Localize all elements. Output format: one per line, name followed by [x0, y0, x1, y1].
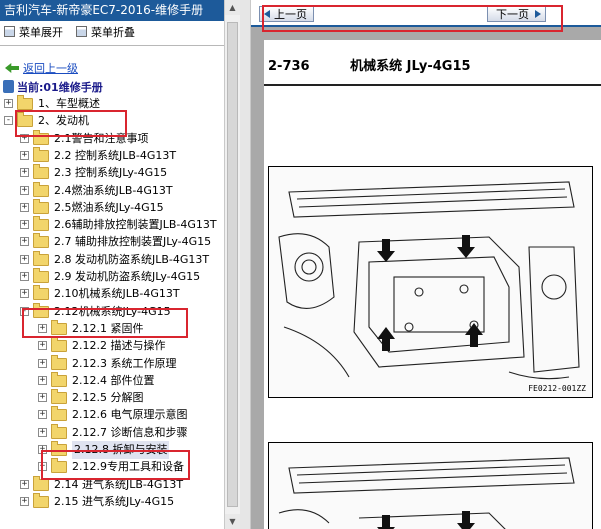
page-number: 2-736	[268, 59, 310, 74]
highlight-page-nav	[262, 5, 563, 32]
menu-toolbar: 菜单展开 菜单折叠	[0, 21, 224, 46]
folder-icon	[51, 337, 67, 353]
expand-icon[interactable]: +	[20, 237, 29, 247]
book-icon	[3, 80, 14, 93]
expand-icon[interactable]: +	[20, 150, 29, 160]
expand-all-icon	[4, 26, 15, 37]
figure-code: FE0212-001ZZ	[528, 384, 586, 393]
tree-node-label: 2.12.6 电气原理示意图	[72, 408, 188, 422]
expand-icon[interactable]: +	[38, 341, 47, 351]
folder-icon	[33, 492, 49, 508]
highlight-engine	[15, 110, 127, 137]
folder-icon	[33, 146, 49, 162]
engine-diagram	[278, 181, 580, 380]
menu-expand-button[interactable]: 菜单展开	[4, 25, 63, 41]
menu-expand-label: 菜单展开	[19, 26, 63, 39]
manual-page: 2-736 机械系统 JLy-4G15 FE0212-001ZZ	[264, 40, 601, 529]
folder-icon	[33, 250, 49, 266]
expand-icon[interactable]: +	[20, 202, 29, 212]
expand-icon[interactable]: +	[38, 358, 47, 368]
folder-icon	[33, 475, 49, 491]
folder-icon	[51, 423, 67, 439]
expand-icon[interactable]: +	[20, 289, 29, 299]
tree-node-label: 2.4燃油系统JLB-4G13T	[54, 183, 173, 197]
expand-icon[interactable]: +	[38, 393, 47, 403]
menu-collapse-label: 菜单折叠	[91, 26, 135, 39]
tree-node-label: 2.5燃油系统JLy-4G15	[54, 200, 164, 214]
expand-icon[interactable]: +	[20, 168, 29, 178]
expand-icon[interactable]: +	[4, 99, 13, 108]
expand-icon[interactable]: +	[20, 479, 29, 489]
collapse-icon[interactable]: -	[4, 116, 13, 126]
folder-icon	[51, 389, 67, 405]
tree-node-label: 2.2 控制系统JLB-4G13T	[54, 148, 177, 162]
expand-icon[interactable]: +	[20, 185, 29, 195]
folder-icon	[51, 406, 67, 422]
document-viewer: 上一页 下一页 2-736 机械系统 JLy-4G15 FE0212-001ZZ	[251, 0, 601, 529]
tree-node-label: 2.10机械系统JLB-4G13T	[54, 287, 180, 301]
back-arrow-icon	[5, 63, 19, 73]
tree-scrollbar[interactable]: ▲ ▼	[225, 0, 240, 529]
page-heading: 机械系统 JLy-4G15	[350, 59, 471, 74]
tree-node-label: 2.8 发动机防盗系统JLB-4G13T	[54, 252, 210, 266]
expand-icon[interactable]: +	[38, 410, 47, 420]
expand-icon[interactable]: +	[38, 375, 47, 385]
back-link-label: 返回上一级	[23, 62, 78, 75]
highlight-mechanical-system	[22, 308, 188, 338]
engine-cover-figure: FE0212-001ZZ	[268, 166, 593, 398]
menu-collapse-button[interactable]: 菜单折叠	[76, 25, 135, 41]
folder-icon	[33, 233, 49, 249]
scrollbar-thumb[interactable]	[227, 22, 238, 507]
highlight-removal-installation	[41, 450, 190, 480]
left-navigation-pane: 吉利汽车-新帝豪EC7-2016-维修手册 菜单展开 菜单折叠 返回上一级 当前…	[0, 0, 224, 529]
tree-node-label: 2.15 进气系统JLy-4G15	[54, 494, 175, 508]
scroll-down-icon[interactable]: ▼	[225, 514, 240, 529]
engine-figure-2	[268, 442, 593, 529]
folder-icon	[33, 198, 49, 214]
collapse-all-icon	[76, 26, 87, 37]
tree-node-label: 2.12.5 分解图	[72, 391, 144, 405]
expand-icon[interactable]: +	[20, 496, 29, 506]
window-title: 吉利汽车-新帝豪EC7-2016-维修手册	[0, 0, 224, 21]
tree-node-label: 2.12.7 诊断信息和步骤	[72, 425, 188, 439]
current-location-label: 当前:01维修手册	[17, 81, 103, 94]
tree-node-label: 2.9 发动机防盗系统JLy-4G15	[54, 270, 201, 283]
tree-node-label: 2.6辅助排放控制装置JLB-4G13T	[54, 218, 217, 232]
folder-icon	[33, 216, 49, 232]
back-link[interactable]: 返回上一级	[5, 60, 78, 76]
scroll-up-icon[interactable]: ▲	[225, 0, 240, 15]
page-header: 2-736 机械系统 JLy-4G15	[268, 55, 598, 77]
folder-icon	[17, 95, 33, 110]
expand-icon[interactable]: +	[38, 427, 47, 437]
header-rule	[264, 84, 601, 86]
tree-node-label: 2.12.4 部件位置	[72, 373, 155, 387]
tree-node-label: 2.12.3 系统工作原理	[72, 356, 177, 370]
folder-icon	[33, 181, 49, 197]
folder-icon	[51, 371, 67, 387]
engine-diagram-2	[278, 457, 575, 529]
current-location: 当前:01维修手册	[3, 79, 103, 95]
folder-icon	[33, 164, 49, 180]
tree-node-label: 2.7 辅助排放控制装置JLy-4G15	[54, 235, 212, 249]
tree-node-label: 2.12.2 描述与操作	[72, 339, 166, 353]
folder-icon	[33, 268, 49, 283]
expand-icon[interactable]: +	[20, 220, 29, 230]
folder-icon	[51, 354, 67, 370]
expand-icon[interactable]: +	[20, 272, 29, 281]
folder-icon	[33, 285, 49, 301]
tree-node-label: 2.3 控制系统JLy-4G15	[54, 166, 168, 180]
expand-icon[interactable]: +	[20, 254, 29, 264]
